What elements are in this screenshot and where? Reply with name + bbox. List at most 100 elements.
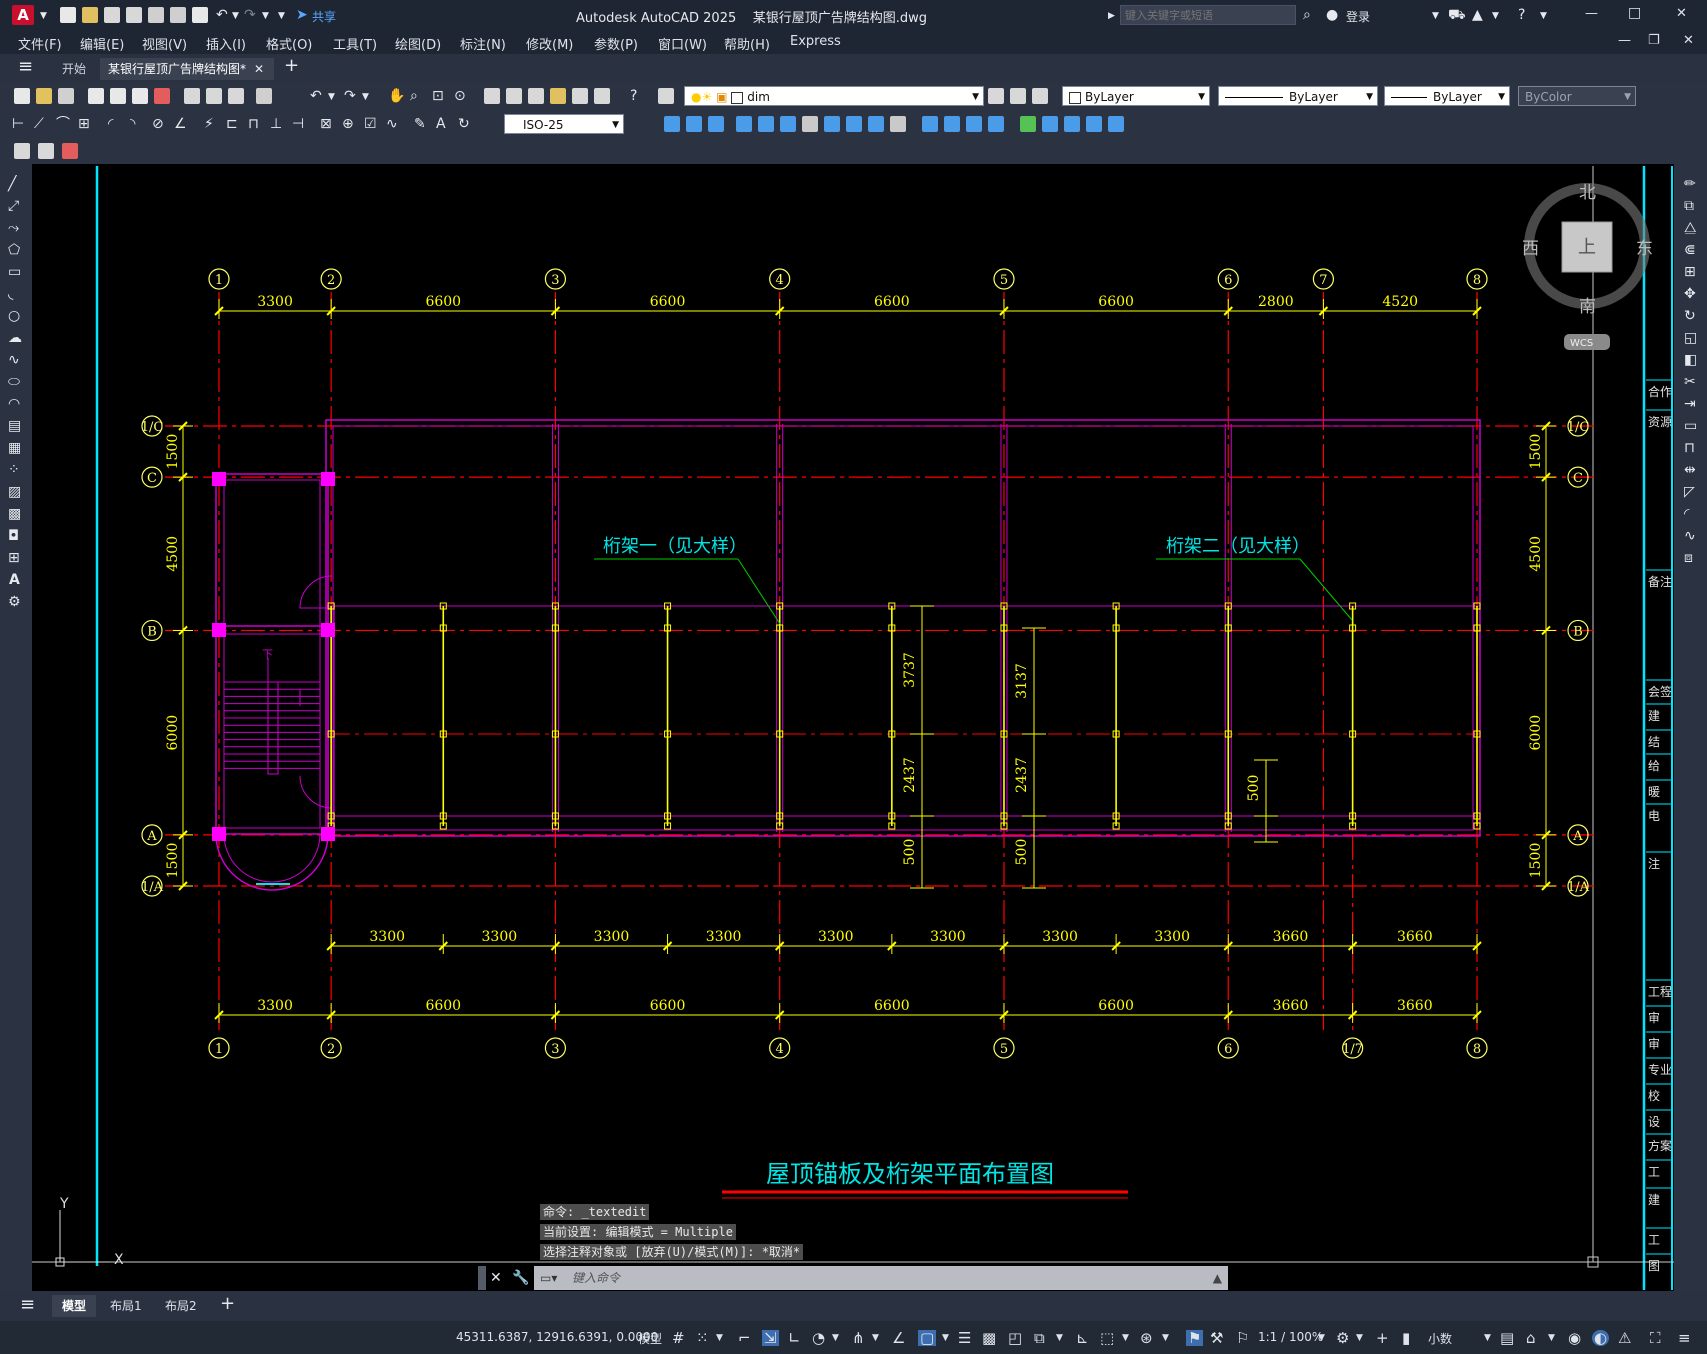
doc-minimize-button[interactable]: — xyxy=(1618,33,1631,48)
menu-express[interactable]: Express xyxy=(790,34,841,49)
move-icon[interactable]: ✥ xyxy=(1684,286,1696,302)
lineweight-dropdown[interactable]: ByLayer ▼ xyxy=(1384,86,1510,106)
dim-continue-icon[interactable]: ⊓ xyxy=(248,116,259,132)
graphics-performance-icon[interactable]: ◐ xyxy=(1592,1330,1610,1346)
command-line-grip[interactable] xyxy=(478,1266,486,1290)
redo-icon[interactable]: ↷ xyxy=(244,7,256,23)
dim-edit-icon[interactable]: ✎ xyxy=(414,116,426,132)
callout-truss-1[interactable]: 桁架一（见大样） xyxy=(603,536,747,557)
ellipse-arc-icon[interactable]: ◠ xyxy=(8,396,20,412)
inspect-icon[interactable]: ☑ xyxy=(364,116,377,132)
region-icon[interactable]: ◘ xyxy=(8,528,19,544)
3d-sweep-icon[interactable] xyxy=(868,116,884,132)
qweb-save-icon[interactable] xyxy=(170,7,186,23)
join-icon[interactable]: ⇹ xyxy=(1684,462,1696,478)
dynamic-input-icon[interactable]: ⇲ xyxy=(762,1330,779,1346)
autocad-logo-icon[interactable]: A xyxy=(12,5,34,25)
plot-icon[interactable] xyxy=(88,88,104,104)
search-icon[interactable]: ⌕ xyxy=(1303,7,1311,23)
auto-scale-icon[interactable]: ⚒ xyxy=(1210,1330,1223,1346)
selection-filter-icon[interactable]: ⬚ xyxy=(1100,1330,1114,1346)
model-space-canvas[interactable]: 下 3300 6600 6600 6600 6600 2800 4520 3300 3300 33… xyxy=(32,164,1674,1291)
3d-osnap-icon[interactable]: ⧉ xyxy=(1034,1330,1045,1346)
cut-icon[interactable] xyxy=(184,88,200,104)
layout-menu-icon[interactable]: ≡ xyxy=(20,1296,35,1314)
erase-icon[interactable]: ✏ xyxy=(1684,176,1696,192)
dim-jogged-icon[interactable]: ◝ xyxy=(130,116,135,132)
trim-icon[interactable]: ✂ xyxy=(1684,374,1696,390)
close-tab-icon[interactable]: ✕ xyxy=(254,61,264,77)
qnew-icon[interactable] xyxy=(60,7,76,23)
design-center-icon[interactable] xyxy=(506,88,522,104)
3d-dwf-icon[interactable] xyxy=(154,88,170,104)
ellipse-icon[interactable]: ⬭ xyxy=(8,374,20,390)
dim-text-edit-icon[interactable]: A xyxy=(436,116,446,132)
add-layout-icon[interactable]: + xyxy=(220,1295,235,1313)
autodesk-account-icon[interactable]: ▲ xyxy=(1472,7,1483,23)
isodraft-icon[interactable]: ⋔ xyxy=(852,1330,865,1346)
3d-mirror-icon[interactable] xyxy=(1108,116,1124,132)
revcloud-icon[interactable]: ☁ xyxy=(8,330,22,346)
stretch-icon[interactable]: ◧ xyxy=(1684,352,1697,368)
tab-model[interactable]: 模型 xyxy=(52,1295,97,1317)
rotate-icon[interactable]: ↻ xyxy=(1684,308,1696,324)
lineweight-icon[interactable]: ☰ xyxy=(958,1330,971,1346)
login-label[interactable]: 登录 xyxy=(1346,8,1370,25)
infer-constraints-icon[interactable]: ⌐ xyxy=(738,1330,751,1346)
layer-dropdown[interactable]: ●☀ ▣ dim ▼ xyxy=(684,86,984,106)
customization-icon[interactable]: ≡ xyxy=(1678,1330,1691,1346)
mtext-icon[interactable]: A xyxy=(9,572,20,588)
polar-dropdown-icon[interactable]: ▼ xyxy=(832,1330,839,1346)
tab-document[interactable]: 某银行屋顶广告牌结构图* xyxy=(100,58,275,80)
dim-baseline-icon[interactable]: ⊏ xyxy=(226,116,238,132)
3d-extrude-icon[interactable] xyxy=(824,116,840,132)
units-dropdown-icon[interactable]: ▼ xyxy=(1484,1330,1491,1346)
construction-line-icon[interactable]: ⤢ xyxy=(8,198,19,214)
menu-file[interactable]: 文件(F) xyxy=(18,34,62,53)
tool-palettes-icon[interactable] xyxy=(528,88,544,104)
3d-rotate-icon[interactable] xyxy=(1042,116,1058,132)
undo-dropdown-icon[interactable]: ▼ xyxy=(232,8,239,24)
cart-icon[interactable]: ⛟ xyxy=(1448,7,1466,23)
annotation-monitor-icon[interactable]: + xyxy=(1376,1330,1389,1346)
markup-icon[interactable] xyxy=(572,88,588,104)
keyword-search-input[interactable] xyxy=(1120,5,1296,25)
tab-layout2[interactable]: 布局2 xyxy=(165,1295,197,1317)
dim-angular-icon[interactable]: ∠ xyxy=(174,116,187,132)
rectangle-icon[interactable]: ▭ xyxy=(8,264,21,280)
tolerance-icon[interactable]: ⊠ xyxy=(320,116,332,132)
isolate-objects-icon[interactable]: ◉ xyxy=(1568,1330,1581,1346)
menu-edit[interactable]: 编辑(E) xyxy=(80,34,124,53)
attribute-editor-icon[interactable] xyxy=(38,143,54,159)
polyline-icon[interactable]: ⤳ xyxy=(8,220,19,236)
dim-linear-icon[interactable]: ⊢ xyxy=(12,116,24,132)
zoom-window-icon[interactable]: ⊡ xyxy=(432,88,444,104)
menu-draw[interactable]: 绘图(D) xyxy=(395,34,441,53)
scale-dropdown-icon[interactable]: ▼ xyxy=(1318,1330,1325,1346)
array-icon[interactable]: ⊞ xyxy=(1684,264,1696,280)
new-icon[interactable] xyxy=(14,88,30,104)
layer-previous-icon[interactable] xyxy=(1010,88,1026,104)
undo-icon[interactable]: ↶ xyxy=(216,7,228,23)
help-icon[interactable]: ? xyxy=(1518,7,1525,23)
hamburger-menu-icon[interactable]: ≡ xyxy=(18,58,33,76)
search-arrow-icon[interactable]: ▶ xyxy=(1108,8,1115,24)
redo-tool-dropdown-icon[interactable]: ▼ xyxy=(362,89,369,105)
tab-layout1[interactable]: 布局1 xyxy=(110,1295,142,1317)
properties-icon[interactable] xyxy=(484,88,500,104)
fillet-icon[interactable]: ◜ xyxy=(1684,506,1689,522)
tab-start[interactable]: 开始 xyxy=(54,58,94,80)
plotstyle-dropdown[interactable]: ByColor ▼ xyxy=(1518,86,1636,106)
viewcube-north[interactable]: 北 xyxy=(1579,183,1596,203)
add-selected-icon[interactable]: ⚙ xyxy=(8,594,21,610)
doc-close-button[interactable]: ✕ xyxy=(1683,33,1694,48)
redo-dropdown-icon[interactable]: ▼ xyxy=(262,8,269,24)
3d-cone-icon[interactable] xyxy=(708,116,724,132)
scale-readout[interactable]: 1:1 / 100% xyxy=(1258,1330,1323,1344)
3d-loft-icon[interactable] xyxy=(890,116,906,132)
dim-break-icon[interactable]: ⊣ xyxy=(292,116,304,132)
viewcube[interactable]: 上 北 南 东 西 WCS xyxy=(1522,183,1653,350)
menu-format[interactable]: 格式(O) xyxy=(266,34,312,53)
union-icon[interactable] xyxy=(922,116,938,132)
block-editor-icon[interactable] xyxy=(14,143,30,159)
